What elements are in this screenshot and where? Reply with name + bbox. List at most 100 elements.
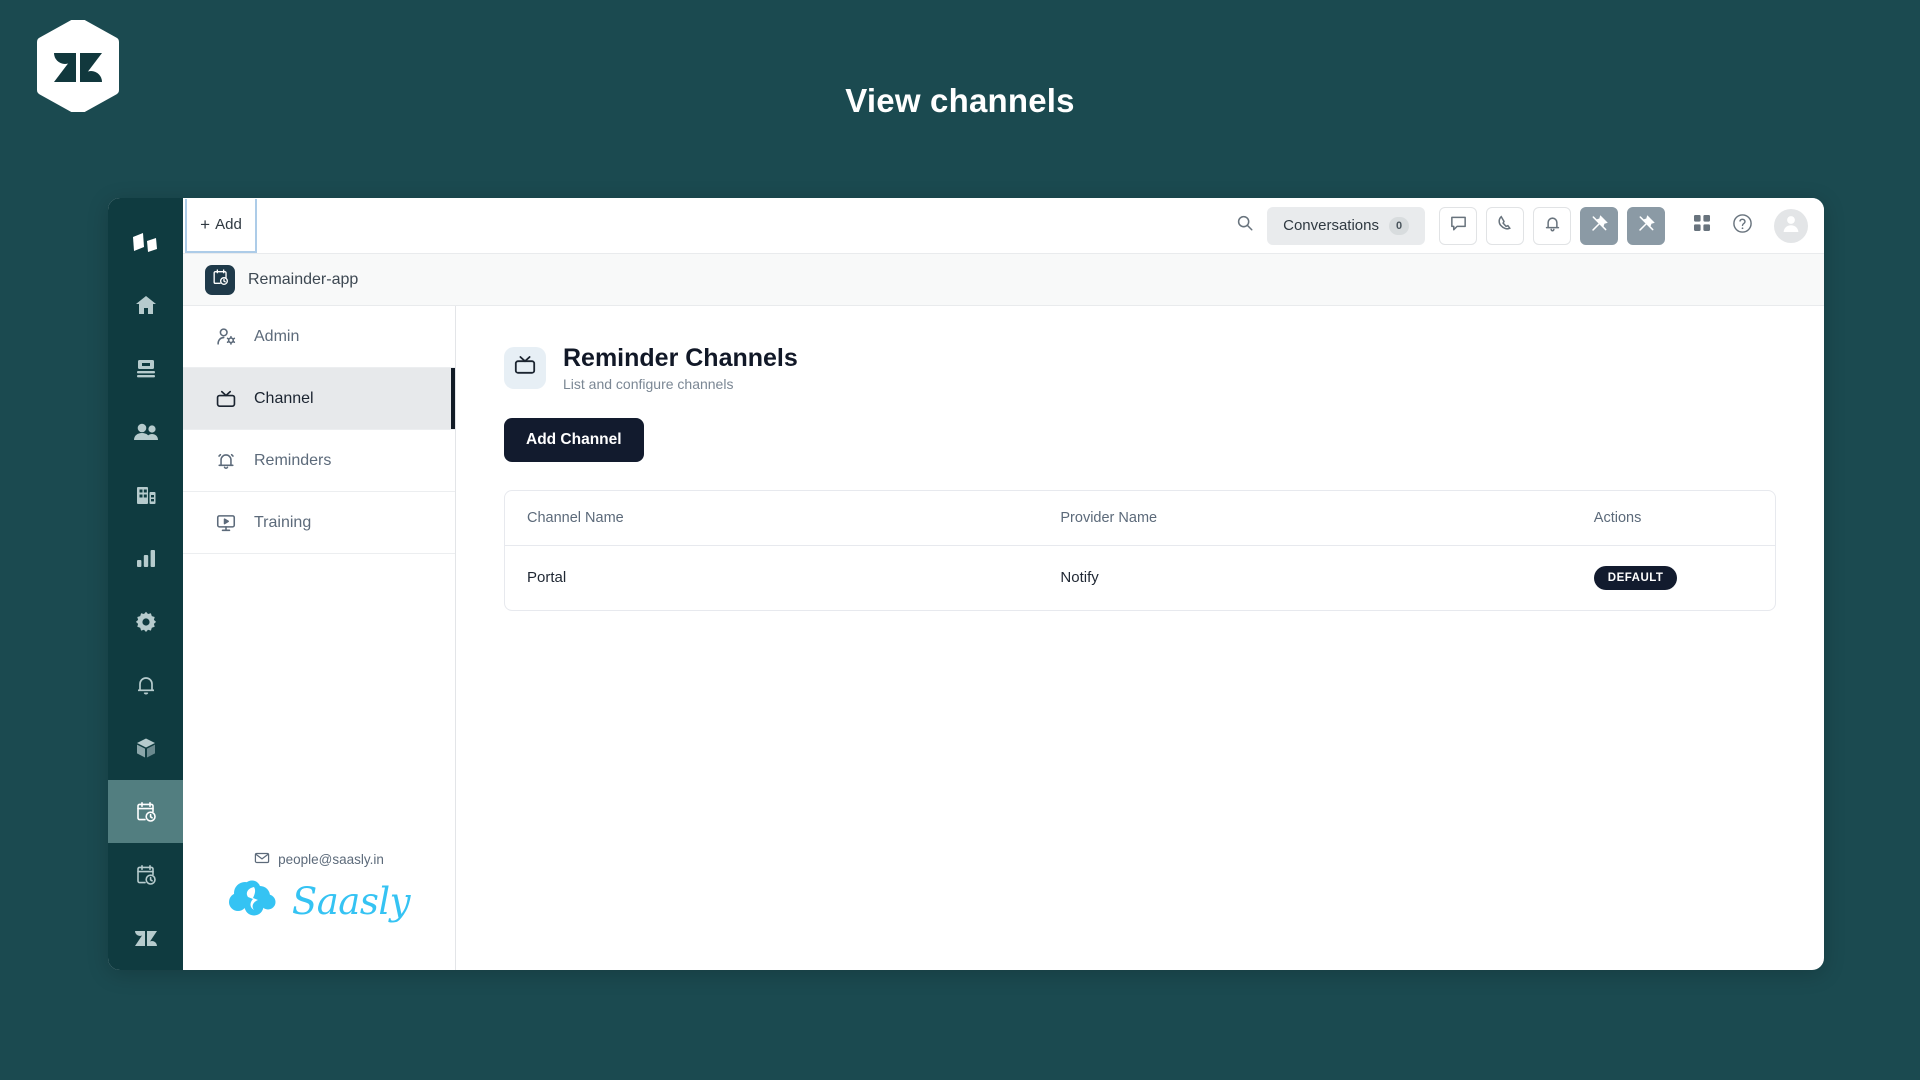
views-icon (134, 356, 158, 380)
tv-icon (513, 353, 537, 382)
chat-button[interactable] (1439, 206, 1477, 245)
page-title: View channels (845, 82, 1075, 119)
rail-item-reminder-app-active[interactable] (108, 779, 183, 844)
table-header-row: Channel Name Provider Name Actions (505, 490, 1775, 546)
page-subheading: List and configure channels (563, 375, 734, 392)
avatar[interactable] (1774, 208, 1808, 243)
rail-item-product[interactable] (108, 717, 183, 780)
app-bar: Remainder-app (183, 254, 1824, 306)
status-badge: DEFAULT (1593, 565, 1678, 590)
bell-icon (134, 673, 158, 697)
table-row[interactable]: Portal Notify DEFAULT (505, 545, 1775, 610)
search-icon (1236, 214, 1254, 237)
conversations-pill[interactable]: Conversations 0 (1267, 206, 1425, 245)
content-panel: Reminder Channels List and configure cha… (456, 306, 1824, 970)
app-icon (205, 264, 235, 295)
calendar-clock-icon (134, 800, 158, 824)
search-button[interactable] (1223, 206, 1267, 246)
chat-icon (1449, 214, 1468, 238)
content-header: Reminder Channels List and configure cha… (504, 344, 1776, 392)
phone-button[interactable] (1486, 206, 1524, 245)
rail-item-views[interactable] (108, 337, 183, 400)
column-header-provider-name: Provider Name (1038, 490, 1572, 546)
envelope-icon (254, 850, 270, 869)
phone-icon (1496, 214, 1515, 238)
menu-item-channel[interactable]: Channel (183, 368, 455, 430)
cell-actions: DEFAULT (1572, 545, 1775, 610)
rail-item-settings[interactable] (108, 590, 183, 653)
table-head: Channel Name Provider Name Actions (505, 490, 1775, 546)
grid-apps-icon (1693, 214, 1711, 237)
menu-item-admin[interactable]: Admin (183, 306, 455, 368)
zendesk-nav-rail (108, 198, 183, 970)
menu-item-label: Training (254, 513, 312, 531)
saasly-brand-name: Saasly (291, 880, 411, 923)
saasly-cloud-icon (228, 877, 286, 926)
menu-item-reminders[interactable]: Reminders (183, 430, 455, 492)
page-heading: Reminder Channels (563, 344, 798, 372)
monitor-play-icon (215, 512, 237, 534)
menu-item-label: Admin (254, 327, 300, 345)
menu-item-label: Channel (254, 389, 314, 407)
table-body: Portal Notify DEFAULT (505, 545, 1775, 610)
content-header-text: Reminder Channels List and configure cha… (563, 344, 798, 392)
menu-item-label: Reminders (254, 451, 332, 469)
user-gear-icon (215, 326, 237, 348)
app-window: + Add Conversations 0 Remainder-app Admi… (108, 198, 1824, 970)
cell-channel-name: Portal (527, 569, 567, 587)
rail-item-organizations[interactable] (108, 463, 183, 526)
pin-off-icon (1637, 214, 1656, 238)
help-button[interactable] (1724, 207, 1760, 245)
channels-table-card: Channel Name Provider Name Actions Porta… (504, 489, 1776, 611)
column-header-actions: Actions (1571, 490, 1775, 546)
calendar-clock-icon (211, 268, 230, 292)
bell-ringing-icon (215, 450, 237, 472)
conversations-count-badge: 0 (1389, 216, 1409, 235)
notifications-button[interactable] (1533, 206, 1571, 245)
menu-spacer (183, 554, 455, 850)
channels-table: Channel Name Provider Name Actions Porta… (505, 490, 1775, 610)
settings-gear-icon (134, 610, 158, 634)
app-body: Admin Channel Reminders Training people@… (183, 306, 1824, 970)
contact-email-label: people@saasly.in (278, 852, 384, 867)
zendesk-z-icon (133, 926, 159, 950)
rail-item-reminder-app-2[interactable] (108, 843, 183, 906)
app-side-menu: Admin Channel Reminders Training people@… (183, 306, 456, 970)
zendesk-logo-icon (131, 232, 161, 254)
content-header-icon (504, 346, 546, 389)
organizations-icon (134, 483, 158, 507)
reporting-icon (134, 546, 158, 570)
rail-item-customers[interactable] (108, 400, 183, 463)
column-header-channel-name: Channel Name (505, 490, 1039, 546)
bell-icon (1543, 214, 1562, 238)
calendar-clock-icon (134, 863, 158, 887)
rail-item-reporting[interactable] (108, 527, 183, 590)
rail-item-home[interactable] (108, 273, 183, 336)
app-title: Remainder-app (248, 270, 359, 288)
rail-item-notifications[interactable] (108, 653, 183, 716)
pin-off-icon (1590, 214, 1609, 238)
add-button-label: Add (215, 216, 242, 233)
home-icon (134, 293, 158, 317)
unpin-button-2[interactable] (1627, 206, 1665, 245)
tv-icon (215, 388, 237, 410)
cell-provider-name: Notify (1060, 569, 1099, 587)
customers-icon (133, 420, 159, 444)
add-channel-button[interactable]: Add Channel (504, 417, 644, 462)
menu-footer: people@saasly.in Saasly (183, 850, 455, 970)
add-button[interactable]: + Add (185, 198, 257, 253)
app-main: + Add Conversations 0 Remainder-app Admi… (183, 198, 1824, 970)
user-avatar-icon (1780, 212, 1802, 239)
unpin-button-1[interactable] (1580, 206, 1618, 245)
help-circle-icon (1732, 213, 1753, 239)
product-box-icon (134, 736, 158, 760)
plus-icon: + (200, 215, 211, 234)
saasly-logo: Saasly (228, 877, 411, 926)
top-toolbar: + Add Conversations 0 (183, 198, 1824, 254)
menu-item-training[interactable]: Training (183, 492, 455, 554)
rail-item-zendesk-apps[interactable] (108, 907, 183, 970)
conversations-label: Conversations (1283, 217, 1379, 234)
rail-item-zendesk-logo[interactable] (108, 212, 183, 273)
contact-email[interactable]: people@saasly.in (254, 850, 384, 869)
apps-button[interactable] (1684, 207, 1720, 245)
